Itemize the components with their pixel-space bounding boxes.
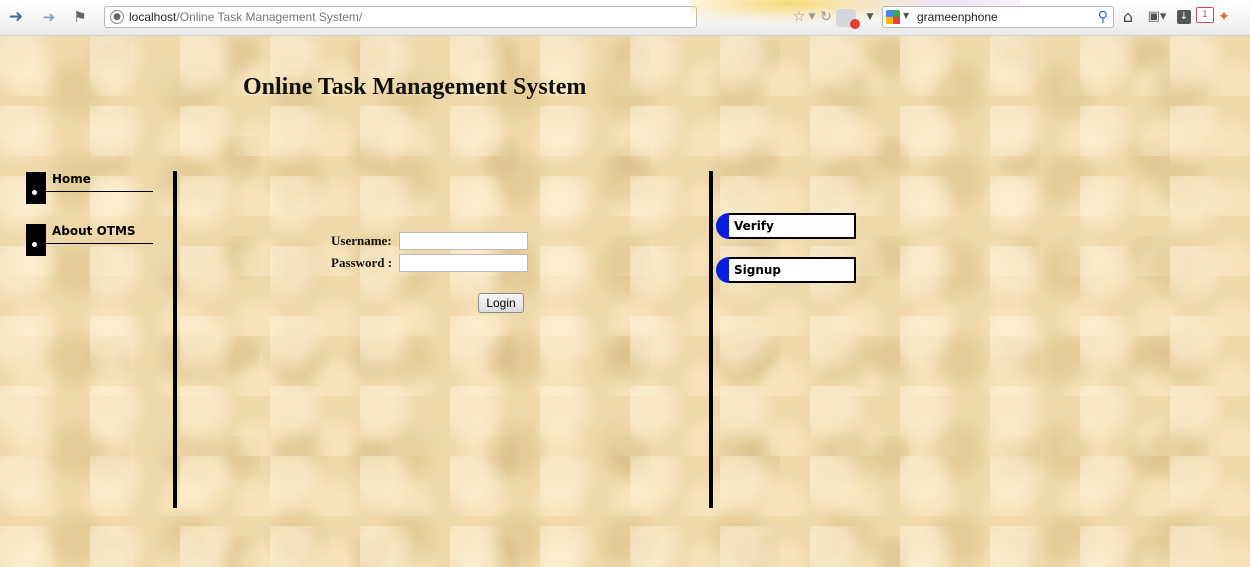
url-bar[interactable]: ● localhost/Online Task Management Syste… — [104, 6, 697, 28]
nav-item-about-otms[interactable]: About OTMS — [26, 224, 156, 258]
back-arrow-icon[interactable]: ➜ — [6, 6, 26, 28]
google-icon[interactable] — [886, 10, 900, 24]
browser-toolbar: ➜ ➜ ⚑ ● localhost/Online Task Management… — [0, 0, 1250, 36]
tab-signup[interactable]: Signup — [716, 257, 856, 283]
home-icon[interactable]: ⌂ — [1118, 6, 1138, 28]
login-button[interactable]: Login — [478, 293, 524, 313]
addon-menu-chevron-icon[interactable]: ▼ — [864, 6, 876, 28]
extension-icon[interactable]: ✦ — [1216, 6, 1232, 28]
nav-bullet-icon — [26, 224, 46, 256]
page-content: Online Task Management System Home About… — [0, 36, 1250, 567]
right-divider — [709, 171, 713, 508]
nav-item-home[interactable]: Home — [26, 172, 156, 206]
search-bar[interactable]: ▼ grameenphone ⚲ — [882, 6, 1114, 28]
nav-item-label[interactable]: Home — [52, 172, 91, 186]
username-input[interactable] — [399, 232, 528, 250]
addon-icon[interactable] — [836, 9, 860, 29]
nav-underline — [37, 191, 153, 192]
page-title: Online Task Management System — [243, 74, 587, 100]
nav-underline — [37, 243, 153, 244]
tab-label[interactable]: Verify — [734, 219, 774, 233]
globe-icon: ● — [110, 10, 124, 24]
nav-item-label[interactable]: About OTMS — [52, 224, 136, 238]
tab-verify[interactable]: Verify — [716, 213, 856, 239]
url-path: /Online Task Management System/ — [176, 10, 363, 24]
url-text: localhost/Online Task Management System/ — [129, 10, 362, 24]
bookmark-icon[interactable]: ⚑ — [70, 6, 90, 28]
password-input[interactable] — [399, 254, 528, 272]
search-query[interactable]: grameenphone — [917, 10, 998, 24]
url-host: localhost — [129, 10, 177, 24]
tab-label[interactable]: Signup — [734, 263, 781, 277]
nav-bullet-icon — [26, 172, 46, 204]
left-divider — [173, 171, 177, 508]
chevron-down-icon[interactable]: ▼ — [806, 6, 818, 28]
forward-arrow-icon[interactable]: ➜ — [40, 6, 58, 28]
download-icon[interactable]: ↓ — [1177, 10, 1191, 24]
reload-icon[interactable]: ↻ — [818, 6, 834, 28]
password-label: Password : — [331, 255, 393, 270]
notification-icon[interactable]: 1 — [1196, 7, 1214, 23]
bookmarks-menu-icon[interactable]: ▣▾ — [1144, 6, 1170, 28]
username-label: Username: — [331, 233, 392, 248]
search-engine-chevron-icon[interactable]: ▼ — [903, 11, 909, 20]
search-icon[interactable]: ⚲ — [1098, 9, 1108, 25]
